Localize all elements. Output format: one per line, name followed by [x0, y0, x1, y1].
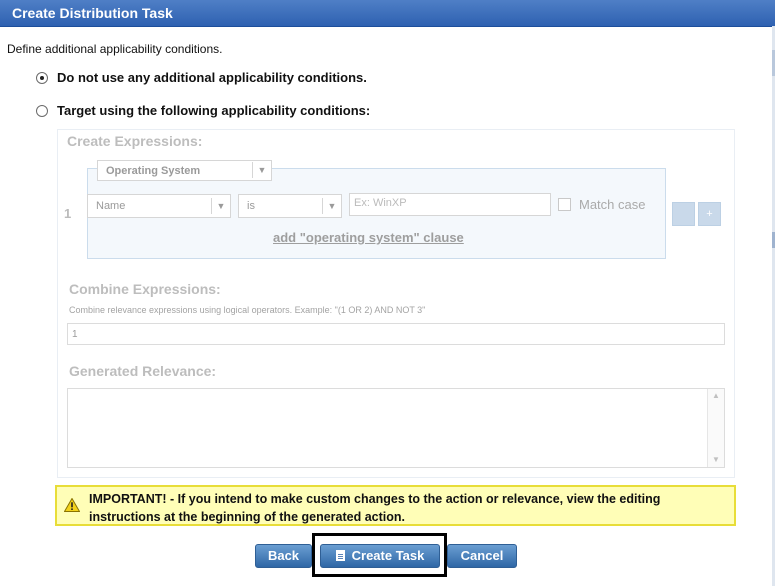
document-icon [335, 550, 345, 561]
scroll-up-arrow-icon[interactable]: ▲ [708, 389, 724, 403]
combine-expressions-hint: Combine relevance expressions using logi… [69, 305, 426, 315]
expression-row-number: 1 [64, 206, 72, 221]
textarea-scrollbar[interactable]: ▲ ▼ [707, 389, 724, 467]
operator-select[interactable]: is ▼ [238, 194, 342, 218]
generated-relevance-textarea[interactable]: ▲ ▼ [67, 388, 725, 468]
property-select[interactable]: Name ▼ [87, 194, 231, 218]
dialog-title: Create Distribution Task [12, 5, 173, 21]
group-type-select[interactable]: Operating System ▼ [97, 160, 272, 181]
generated-relevance-title: Generated Relevance: [69, 363, 217, 379]
warning-text: IMPORTANT! - If you intend to make custo… [89, 492, 661, 524]
option-target-conditions-label: Target using the following applicability… [57, 103, 371, 118]
chevron-down-icon: ▼ [252, 162, 271, 178]
back-button[interactable]: Back [255, 544, 312, 568]
add-expression-button[interactable]: + [698, 202, 721, 226]
radio-selected-icon[interactable] [36, 71, 48, 84]
intro-text: Define additional applicability conditio… [7, 42, 223, 56]
scroll-down-arrow-icon[interactable]: ▼ [708, 453, 724, 467]
combine-expressions-value: 1 [72, 329, 78, 340]
value-input[interactable]: Ex: WinXP [349, 193, 551, 216]
match-case-checkbox[interactable] [558, 198, 571, 211]
match-case-label: Match case [579, 197, 646, 212]
operator-value: is [247, 200, 255, 212]
create-expressions-title: Create Expressions: [67, 133, 203, 149]
cancel-button[interactable]: Cancel [447, 544, 517, 568]
option-target-conditions[interactable]: Target using the following applicability… [36, 103, 370, 118]
option-no-conditions-label: Do not use any additional applicability … [57, 70, 367, 85]
create-task-button[interactable]: Create Task [320, 544, 440, 568]
remove-expression-button[interactable] [672, 202, 695, 226]
chevron-down-icon: ▼ [211, 198, 230, 214]
match-case-toggle[interactable]: Match case [558, 197, 645, 212]
combine-expressions-title: Combine Expressions: [69, 281, 221, 297]
important-warning-banner: IMPORTANT! - If you intend to make custo… [55, 485, 736, 526]
value-input-placeholder: Ex: WinXP [354, 197, 407, 209]
property-value: Name [96, 200, 126, 212]
chevron-down-icon: ▼ [322, 198, 341, 214]
add-clause-link[interactable]: add "operating system" clause [273, 230, 464, 245]
group-type-value: Operating System [106, 165, 201, 177]
warning-icon [64, 498, 80, 512]
create-task-label: Create Task [351, 548, 425, 563]
dialog-title-bar: Create Distribution Task [0, 0, 775, 27]
option-no-conditions[interactable]: Do not use any additional applicability … [36, 70, 367, 85]
combine-expressions-input[interactable]: 1 [67, 323, 725, 345]
radio-unselected-icon[interactable] [36, 104, 48, 117]
